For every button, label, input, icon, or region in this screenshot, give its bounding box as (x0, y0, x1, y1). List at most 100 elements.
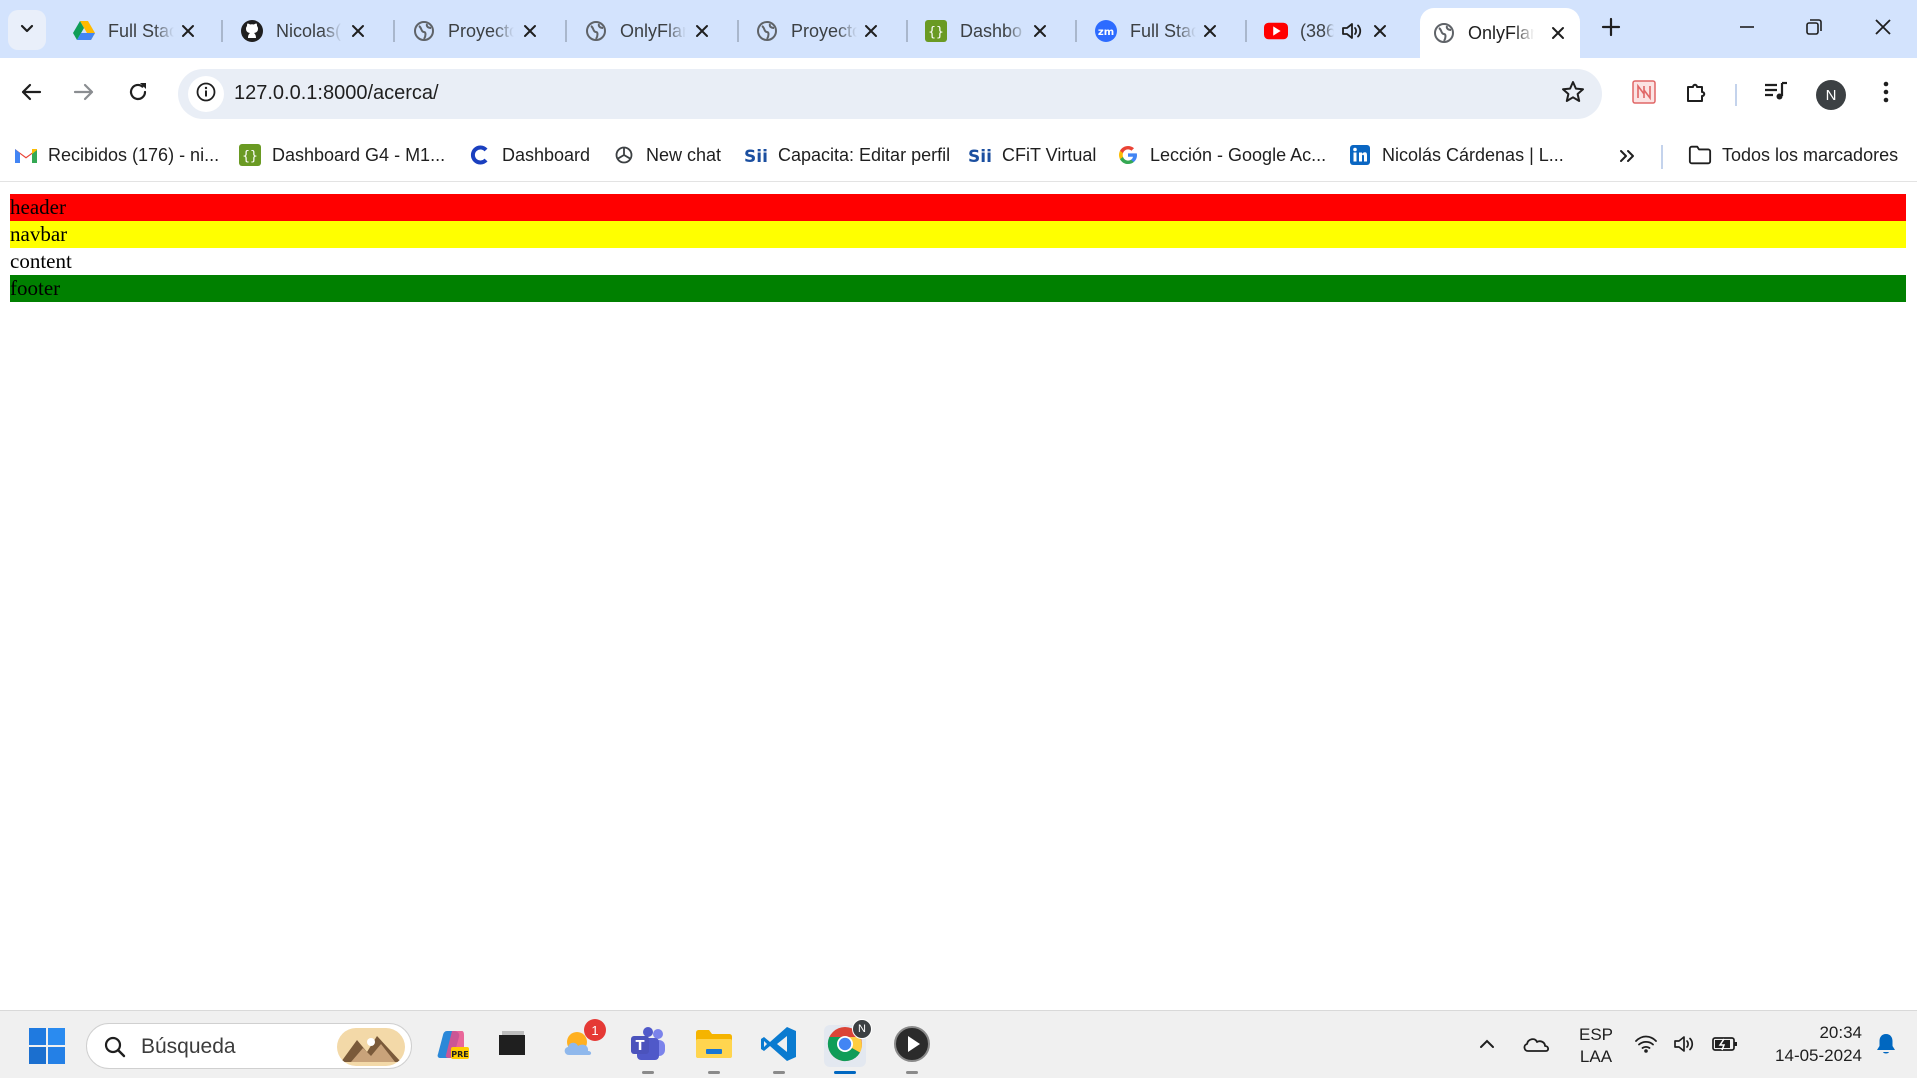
onedrive-button[interactable] (1516, 1025, 1556, 1067)
restore-button[interactable] (1791, 8, 1837, 50)
google-drive-icon (72, 19, 96, 43)
globe-icon (412, 19, 436, 43)
play-icon (893, 1025, 931, 1068)
bookmark-item[interactable]: Lección - Google Ac... (1116, 139, 1326, 171)
input-language-button[interactable]: ESP LAA (1570, 1023, 1622, 1069)
start-button[interactable] (28, 1027, 66, 1065)
c-logo-icon (468, 143, 492, 167)
minimize-button[interactable] (1724, 8, 1770, 50)
vscode-app[interactable] (758, 1025, 800, 1074)
bookmark-star-button[interactable] (1560, 80, 1586, 109)
svg-text:{}: {} (242, 149, 258, 164)
reload-button[interactable] (117, 73, 159, 115)
bookmark-item[interactable]: Dashboard (468, 139, 590, 171)
gmail-icon (14, 143, 38, 167)
clock-date: 14-05-2024 (1775, 1046, 1862, 1065)
close-window-button[interactable] (1860, 8, 1906, 50)
browser-tab[interactable]: OnlyFlan (572, 10, 724, 52)
file-explorer-app[interactable] (693, 1025, 735, 1074)
media-player-app[interactable] (891, 1025, 933, 1074)
copilot-icon: PRE (432, 1025, 470, 1068)
speaker-icon[interactable] (1340, 19, 1364, 43)
tab-title: Proyecto (448, 20, 514, 41)
extensions-button[interactable] (1679, 76, 1715, 112)
bookmark-item[interactable]: {} Dashboard G4 - M1... (238, 139, 445, 171)
browser-tab[interactable]: Proyecto (400, 10, 552, 52)
content-section: content (10, 248, 1906, 275)
vscode-icon (760, 1025, 798, 1068)
sii-icon: Sii (744, 143, 768, 167)
close-icon[interactable] (518, 19, 542, 43)
copilot-app[interactable]: PRE (430, 1025, 472, 1067)
browser-tab[interactable]: (386 (1252, 10, 1402, 52)
tab-title: (386 (1300, 20, 1334, 41)
tab-divider (1075, 20, 1077, 42)
svg-text:PRE: PRE (451, 1050, 469, 1059)
chrome-app[interactable]: N (824, 1019, 872, 1074)
extension-logo-icon (1631, 79, 1657, 110)
tab-divider (737, 20, 739, 42)
taskbar-search[interactable]: Búsqueda (86, 1023, 412, 1069)
search-icon (103, 1035, 127, 1064)
forward-button[interactable] (63, 73, 105, 115)
arrow-left-icon (20, 81, 42, 108)
media-controls-button[interactable] (1758, 76, 1794, 112)
teams-app[interactable]: T (627, 1025, 669, 1074)
show-hidden-icons-button[interactable] (1469, 1025, 1505, 1067)
app-active-indicator (834, 1071, 856, 1074)
web-page: header navbar content footer (0, 183, 1917, 1010)
tab-title: Full Stac (1130, 20, 1196, 41)
bookmark-item[interactable]: New chat (612, 139, 721, 171)
menu-button[interactable] (1868, 76, 1904, 112)
extension-button[interactable] (1626, 76, 1662, 112)
close-icon[interactable] (690, 19, 714, 43)
notification-badge: 1 (584, 1019, 606, 1041)
notifications-button[interactable] (1868, 1025, 1904, 1067)
close-icon[interactable] (176, 19, 200, 43)
profile-avatar[interactable]: N (1816, 80, 1846, 110)
address-bar[interactable]: 127.0.0.1:8000/acerca/ (178, 69, 1602, 119)
browser-tab-active[interactable]: OnlyFlan (1420, 8, 1580, 58)
close-icon[interactable] (1546, 21, 1570, 45)
site-info-button[interactable] (188, 76, 224, 112)
browser-tab[interactable]: Full Stac (60, 10, 210, 52)
close-icon[interactable] (1368, 19, 1392, 43)
plus-icon (1601, 17, 1621, 42)
close-icon[interactable] (859, 19, 883, 43)
task-view-app[interactable] (491, 1025, 533, 1067)
close-icon[interactable] (1028, 19, 1052, 43)
all-bookmarks-folder[interactable]: Todos los marcadores (1688, 139, 1898, 171)
youtube-icon (1264, 19, 1288, 43)
info-icon (196, 82, 216, 107)
close-icon[interactable] (346, 19, 370, 43)
queue-music-icon (1763, 80, 1789, 109)
url-text[interactable]: 127.0.0.1:8000/acerca/ (234, 82, 439, 105)
tab-search-button[interactable] (8, 10, 46, 50)
browser-tab[interactable]: Nicolas( (228, 10, 380, 52)
star-icon (1561, 80, 1585, 109)
bookmark-label: Lección - Google Ac... (1150, 144, 1327, 165)
bookmark-item[interactable]: Sii CFiT Virtual (968, 139, 1096, 171)
quick-settings-button[interactable] (1634, 1033, 1738, 1059)
bookmark-item[interactable]: Sii Capacita: Editar perfil (744, 139, 950, 171)
browser-tab[interactable]: Proyecto (743, 10, 893, 52)
clock-button[interactable]: 20:34 14-05-2024 (1752, 1021, 1862, 1071)
task-view-icon (495, 1029, 529, 1064)
browser-tab[interactable]: {} Dashbo (912, 10, 1062, 52)
bookmark-label: Nicolás Cárdenas | L... (1382, 144, 1564, 165)
bookmark-label: Dashboard (502, 144, 591, 165)
bookmark-item[interactable]: Nicolás Cárdenas | L... (1348, 139, 1564, 171)
back-button[interactable] (10, 73, 52, 115)
bookmark-item[interactable]: Recibidos (176) - ni... (14, 139, 219, 171)
windows-logo-icon (28, 1028, 66, 1069)
minimize-icon (1739, 19, 1755, 40)
tab-title: OnlyFlan (1468, 22, 1534, 43)
github-icon (240, 19, 264, 43)
new-tab-button[interactable] (1594, 12, 1628, 46)
more-bookmarks-button[interactable] (1614, 145, 1640, 171)
language-label: ESP (1578, 1025, 1614, 1044)
browser-tab[interactable]: zm Full Stac (1082, 10, 1232, 52)
close-icon[interactable] (1198, 19, 1222, 43)
svg-text:Sii: Sii (744, 147, 768, 166)
weather-app[interactable]: 1 (560, 1019, 606, 1067)
